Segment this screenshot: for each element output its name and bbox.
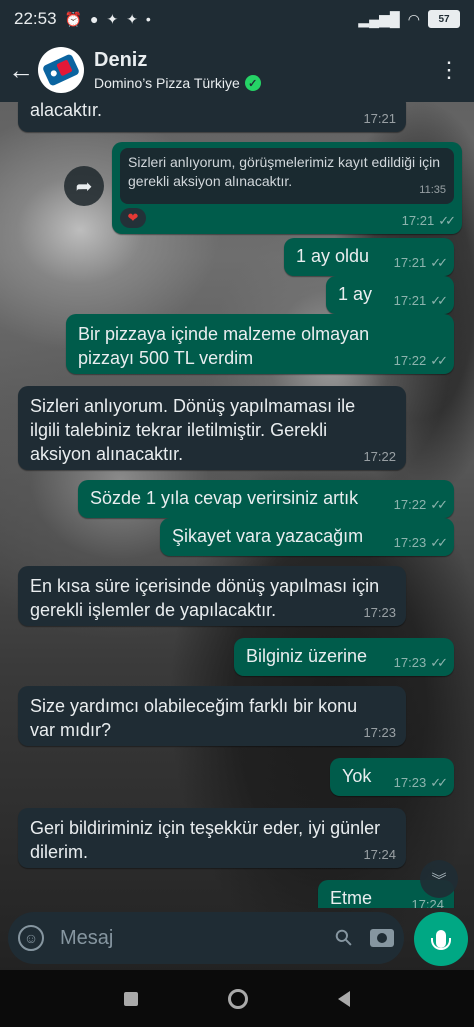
scroll-down-chevron-icon[interactable]: ︾ bbox=[420, 860, 458, 898]
message-time: 17:23 bbox=[393, 775, 427, 790]
message-outgoing[interactable]: 1 ay 17:21 ✓✓ bbox=[326, 276, 454, 314]
verified-badge-icon: ✓ bbox=[244, 75, 261, 91]
app-notification-icon: ✦ bbox=[106, 10, 119, 27]
read-ticks-icon: ✓✓ bbox=[430, 497, 448, 512]
status-time: 22:53 bbox=[14, 9, 57, 28]
message-incoming[interactable]: Sizleri anlıyorum. Dönüş yapılmaması ile… bbox=[18, 386, 406, 470]
message-outgoing[interactable]: Sözde 1 yıla cevap verirsiniz artık 17:2… bbox=[78, 480, 454, 518]
contact-name: Deniz bbox=[94, 49, 148, 71]
message-outgoing[interactable]: Bir pizzaya içinde malzeme olmayan pizza… bbox=[66, 314, 454, 374]
message-outgoing[interactable]: 1 ay oldu 17:21 ✓✓ bbox=[284, 238, 454, 276]
signal-icon: ▂▄▆█ bbox=[358, 10, 400, 27]
contact-business-name: Domino’s Pizza Türkiye ✓ bbox=[94, 75, 261, 91]
microphone-icon bbox=[431, 930, 451, 950]
battery-icon: 57 bbox=[428, 10, 460, 28]
message-status: 17:23 ✓✓ bbox=[393, 535, 448, 550]
avatar[interactable] bbox=[38, 47, 84, 93]
message-text: 1 ay bbox=[338, 284, 373, 304]
recents-icon[interactable] bbox=[124, 991, 138, 1006]
message-outgoing[interactable]: Yok 17:23 ✓✓ bbox=[330, 758, 454, 796]
message-text: Geri bildiriminiz için teşekkür eder, iy… bbox=[30, 818, 381, 862]
message-text: Bir pizzaya içinde malzeme olmayan pizza… bbox=[78, 324, 370, 368]
message-incoming[interactable]: Geri bildiriminiz için teşekkür eder, iy… bbox=[18, 808, 406, 868]
message-outgoing[interactable]: Şikayet vara yazacağım 17:23 ✓✓ bbox=[160, 518, 454, 556]
message-outgoing-reply[interactable]: Sizleri anlıyorum, görüşmelerimiz kayıt … bbox=[112, 142, 462, 234]
message-text: Sizleri anlıyorum. Dönüş yapılmaması ile… bbox=[30, 396, 356, 464]
arrow-left-icon[interactable]: ← bbox=[6, 55, 36, 86]
notification-dot-icon: ● bbox=[89, 11, 99, 27]
message-text: En kısa süre içerisinde dönüş yapılması … bbox=[30, 576, 380, 620]
quoted-time: 11:35 bbox=[419, 184, 446, 196]
message-time: 17:23 bbox=[363, 725, 396, 740]
message-status: 17:23 ✓✓ bbox=[393, 655, 448, 670]
message-text: Yok bbox=[342, 766, 372, 786]
message-time: 17:22 bbox=[393, 353, 427, 368]
message-incoming[interactable]: alacaktır. 17:21 bbox=[18, 102, 406, 132]
message-text: Size yardımcı olabileceğim farklı bir ko… bbox=[30, 696, 358, 740]
message-time: 17:21 bbox=[393, 293, 427, 308]
message-text: Sözde 1 yıla cevap verirsiniz artık bbox=[90, 488, 359, 508]
contact-info[interactable]: Deniz Domino’s Pizza Türkiye ✓ bbox=[94, 49, 261, 91]
read-ticks-icon: ✓✓ bbox=[430, 535, 448, 550]
more-vertical-icon[interactable]: ⋮ bbox=[438, 57, 460, 83]
message-time: 17:22 bbox=[393, 497, 427, 512]
read-ticks-icon: ✓✓ bbox=[430, 353, 448, 368]
message-time: 17:22 bbox=[363, 449, 396, 464]
message-outgoing[interactable]: Bilginiz üzerine 17:23 ✓✓ bbox=[234, 638, 454, 676]
message-time: 17:24 bbox=[411, 897, 444, 909]
system-nav-bar bbox=[0, 970, 474, 1027]
read-ticks-icon: ✓✓ bbox=[430, 775, 448, 790]
reaction-heart-icon[interactable]: ❤ bbox=[120, 208, 146, 228]
back-triangle-icon[interactable] bbox=[338, 990, 350, 1007]
quoted-message[interactable]: Sizleri anlıyorum, görüşmelerimiz kayıt … bbox=[120, 148, 454, 204]
message-time: 17:23 bbox=[393, 655, 427, 670]
message-status: 17:22 ✓✓ bbox=[393, 497, 448, 512]
dominos-logo bbox=[41, 53, 81, 87]
message-input[interactable] bbox=[58, 925, 336, 951]
emoji-icon[interactable]: ☺ bbox=[18, 925, 44, 951]
alarm-icon: ⏰ bbox=[64, 10, 82, 27]
message-status: 17:21 ✓✓ bbox=[393, 255, 448, 270]
message-status: 17:21 ✓✓ bbox=[393, 293, 448, 308]
more-notifications-icon: • bbox=[145, 11, 151, 27]
wifi-icon: ◠ bbox=[407, 10, 420, 27]
read-ticks-icon: ✓✓ bbox=[430, 655, 448, 670]
message-status: 17:21 ✓✓ bbox=[401, 213, 456, 228]
message-time: 17:23 bbox=[393, 535, 427, 550]
forward-icon[interactable]: ➦ bbox=[64, 166, 104, 206]
read-ticks-icon: ✓✓ bbox=[438, 213, 456, 228]
quoted-text: Sizleri anlıyorum, görüşmelerimiz kayıt … bbox=[128, 154, 440, 189]
read-ticks-icon: ✓✓ bbox=[430, 255, 448, 270]
camera-icon[interactable] bbox=[370, 929, 394, 947]
message-text: 1 ay oldu bbox=[296, 246, 370, 266]
message-time: 17:21 bbox=[401, 213, 435, 228]
message-time: 17:21 bbox=[393, 255, 427, 270]
home-icon[interactable] bbox=[228, 988, 248, 1009]
message-text: alacaktır. bbox=[30, 102, 103, 120]
chat-header: ← Deniz Domino’s Pizza Türkiye ✓ ⋮ bbox=[0, 38, 474, 102]
business-name-label: Domino’s Pizza Türkiye bbox=[94, 75, 240, 91]
message-text: Şikayet vara yazacağım bbox=[172, 526, 364, 546]
message-text: Etme bbox=[330, 888, 373, 908]
message-status: 17:23 ✓✓ bbox=[393, 775, 448, 790]
message-incoming[interactable]: En kısa süre içerisinde dönüş yapılması … bbox=[18, 566, 406, 626]
app-notification-icon: ✦ bbox=[126, 10, 138, 27]
message-list[interactable]: alacaktır. 17:21 ➦ Sizleri anlıyorum, gö… bbox=[0, 102, 474, 908]
message-time: 17:21 bbox=[363, 111, 396, 126]
read-ticks-icon: ✓✓ bbox=[430, 293, 448, 308]
message-time: 17:24 bbox=[363, 847, 396, 862]
status-bar: 22:53 ⏰ ● ✦ ✦ • ▂▄▆█ ◠ 57 bbox=[0, 0, 474, 38]
message-input-container: ☺ ⚲ bbox=[8, 912, 404, 964]
message-status: 17:22 ✓✓ bbox=[393, 353, 448, 368]
composer: ☺ ⚲ bbox=[0, 908, 474, 970]
message-status: 17:24 bbox=[411, 897, 444, 909]
message-text: Bilginiz üzerine bbox=[246, 646, 368, 666]
microphone-button[interactable] bbox=[414, 912, 468, 966]
message-time: 17:23 bbox=[363, 605, 396, 620]
message-incoming[interactable]: Size yardımcı olabileceğim farklı bir ko… bbox=[18, 686, 406, 746]
